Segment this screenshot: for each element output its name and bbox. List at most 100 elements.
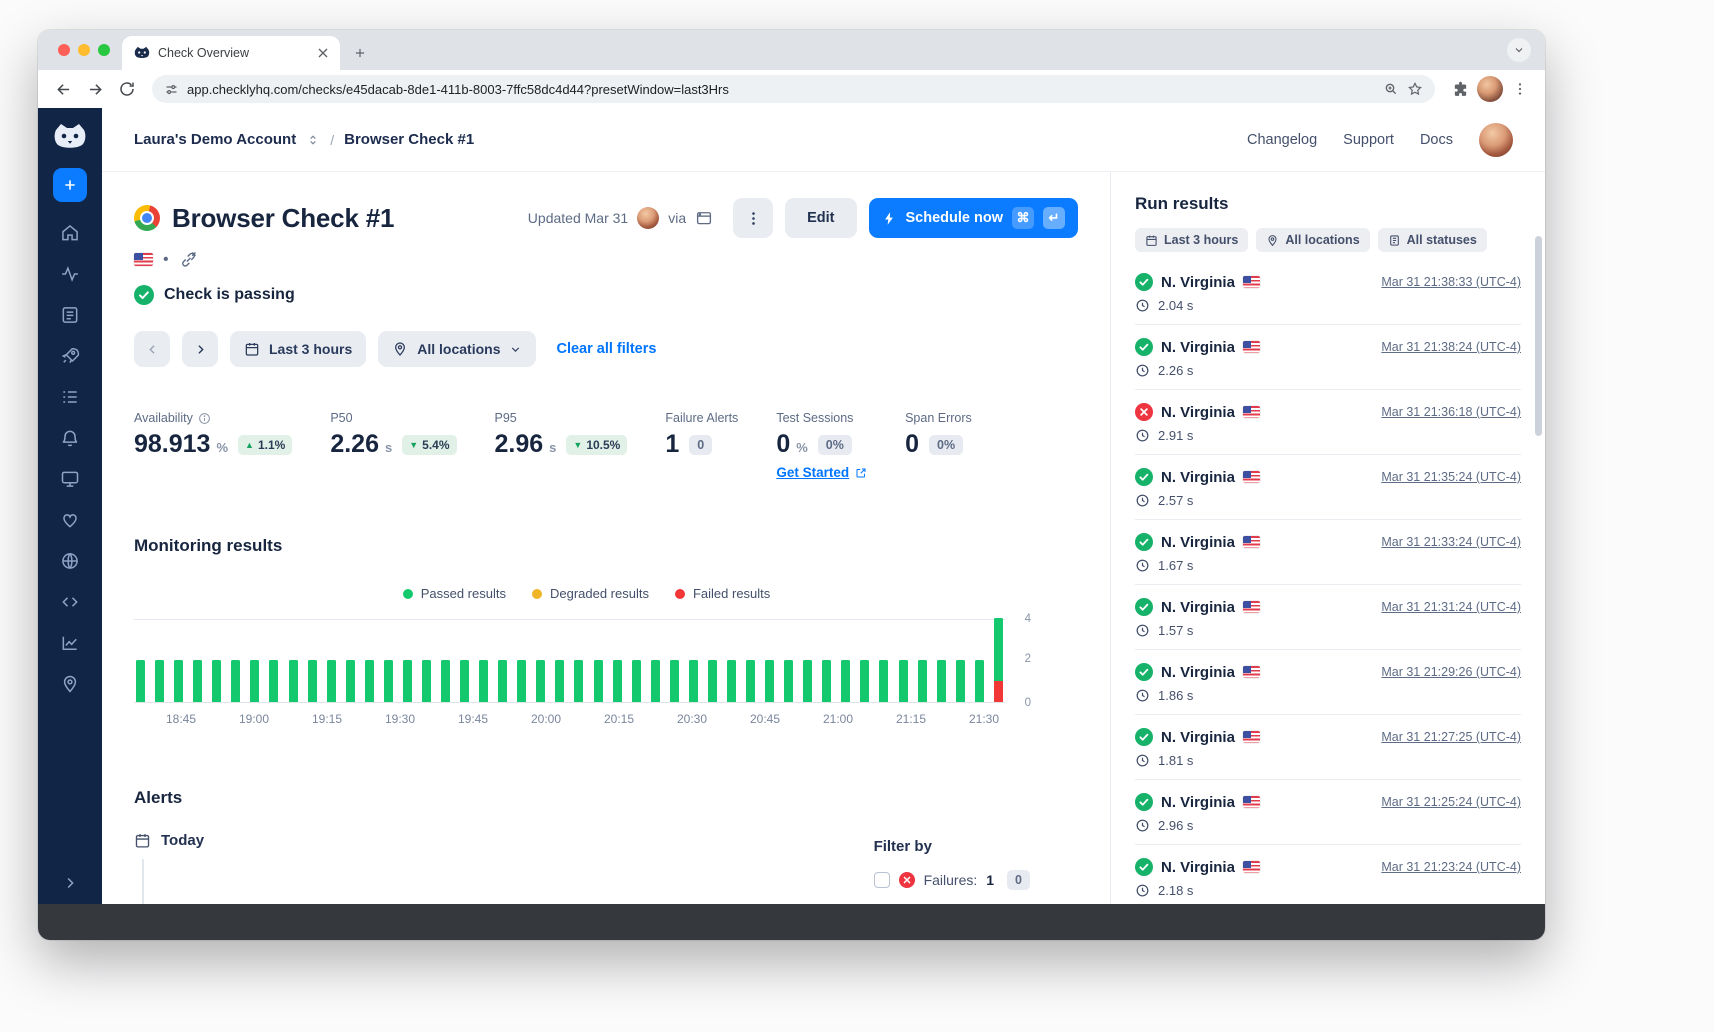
run-result-row[interactable]: N. Virginia Mar 31 21:29:26 (UTC-4) 1.86… <box>1135 650 1521 715</box>
chart-bar <box>460 660 469 702</box>
sidebar-item-maintenance-rocket[interactable] <box>50 337 90 375</box>
sidebar-item-home[interactable] <box>50 214 90 252</box>
browser-profile-avatar[interactable] <box>1477 76 1503 102</box>
schedule-now-button[interactable]: Schedule now ⌘ ↵ <box>869 198 1079 238</box>
back-button[interactable] <box>48 74 78 104</box>
run-result-row[interactable]: N. Virginia Mar 31 21:27:25 (UTC-4) 1.81… <box>1135 715 1521 780</box>
stat-badge: 0 <box>689 435 712 455</box>
passed-status-icon <box>1135 793 1153 811</box>
browser-menu-kebab-icon[interactable] <box>1505 74 1535 104</box>
passed-status-icon <box>1135 598 1153 616</box>
run-result-row[interactable]: N. Virginia Mar 31 21:35:24 (UTC-4) 2.57… <box>1135 455 1521 520</box>
forward-button[interactable] <box>80 74 110 104</box>
us-flag-icon <box>1243 341 1260 353</box>
create-new-button[interactable] <box>53 168 87 202</box>
y-tick-label: 0 <box>1025 697 1031 709</box>
chip-time-range[interactable]: Last 3 hours <box>1135 228 1248 252</box>
more-options-kebab-button[interactable] <box>733 198 773 238</box>
collapse-sidebar-chevron-icon[interactable] <box>61 874 79 892</box>
chip-locations[interactable]: All locations <box>1256 228 1369 252</box>
reload-button[interactable] <box>112 74 142 104</box>
run-duration: 2.91 s <box>1158 428 1193 443</box>
alerts-heading: Alerts <box>134 788 204 808</box>
clear-all-filters-link[interactable]: Clear all filters <box>556 341 656 357</box>
failures-checkbox[interactable] <box>874 872 890 888</box>
minimize-window-button[interactable] <box>78 44 90 56</box>
sidebar-item-checks[interactable] <box>50 296 90 334</box>
check-actions: Edit Schedule now ⌘ ↵ <box>733 198 1078 238</box>
chart-bar <box>365 660 374 702</box>
chip-statuses[interactable]: All statuses <box>1378 228 1487 252</box>
stat-badge: 0% <box>929 435 963 455</box>
run-timestamp-link[interactable]: Mar 31 21:23:24 (UTC-4) <box>1381 860 1521 874</box>
url-bar[interactable]: app.checklyhq.com/checks/e45dacab-8de1-4… <box>152 75 1435 103</box>
tab-close-icon[interactable] <box>314 44 332 62</box>
run-duration: 1.81 s <box>1158 753 1193 768</box>
browser-tab[interactable]: Check Overview <box>122 36 340 70</box>
chart-bar <box>708 660 717 702</box>
locations-filter[interactable]: All locations <box>378 331 536 367</box>
time-range-prev-button[interactable] <box>134 331 170 367</box>
zoom-icon[interactable] <box>1383 81 1399 97</box>
run-timestamp-link[interactable]: Mar 31 21:38:33 (UTC-4) <box>1381 275 1521 289</box>
run-result-row[interactable]: N. Virginia Mar 31 21:38:24 (UTC-4) 2.26… <box>1135 325 1521 390</box>
tab-search-chevron-icon[interactable] <box>1507 38 1531 62</box>
run-timestamp-link[interactable]: Mar 31 21:25:24 (UTC-4) <box>1381 795 1521 809</box>
time-range-next-button[interactable] <box>182 331 218 367</box>
support-link[interactable]: Support <box>1343 132 1394 148</box>
run-result-row[interactable]: N. Virginia Mar 31 21:36:18 (UTC-4) 2.91… <box>1135 390 1521 455</box>
sidebar-item-locations-pin[interactable] <box>50 665 90 703</box>
close-window-button[interactable] <box>58 44 70 56</box>
run-result-row[interactable]: N. Virginia Mar 31 21:25:24 (UTC-4) 2.96… <box>1135 780 1521 845</box>
location-icon <box>1266 234 1279 247</box>
time-range-filter[interactable]: Last 3 hours <box>230 331 366 367</box>
updated-by-avatar[interactable] <box>637 207 659 229</box>
us-flag-icon <box>1243 861 1260 873</box>
stat-p95: P95 2.96 s ▼10.5% <box>495 411 628 457</box>
run-timestamp-link[interactable]: Mar 31 21:29:26 (UTC-4) <box>1381 665 1521 679</box>
sidebar-item-dashboards[interactable] <box>50 460 90 498</box>
site-settings-tune-icon[interactable] <box>164 82 179 97</box>
new-tab-button[interactable] <box>346 39 374 67</box>
account-selector[interactable]: Laura's Demo Account <box>134 131 296 148</box>
account-selector-chevrons-icon[interactable] <box>306 133 320 147</box>
run-timestamp-link[interactable]: Mar 31 21:27:25 (UTC-4) <box>1381 730 1521 744</box>
browser-window: Check Overview app.checklyhq.com/checks/… <box>38 30 1545 940</box>
run-result-row[interactable]: N. Virginia Mar 31 21:33:24 (UTC-4) 1.67… <box>1135 520 1521 585</box>
edit-button[interactable]: Edit <box>785 198 856 238</box>
fullscreen-window-button[interactable] <box>98 44 110 56</box>
extensions-puzzle-icon[interactable] <box>1445 74 1475 104</box>
docs-link[interactable]: Docs <box>1420 132 1453 148</box>
chart-bar <box>441 660 450 702</box>
info-icon[interactable] <box>198 412 211 425</box>
sidebar-item-runs[interactable] <box>50 378 90 416</box>
scrollbar-thumb[interactable] <box>1535 236 1542 436</box>
stat-availability: Availability 98.913 % ▲1.1% <box>134 411 292 457</box>
run-timestamp-link[interactable]: Mar 31 21:31:24 (UTC-4) <box>1381 600 1521 614</box>
x-tick-label: 19:45 <box>458 712 488 726</box>
sidebar-item-analytics-chart[interactable] <box>50 624 90 662</box>
run-timestamp-link[interactable]: Mar 31 21:35:24 (UTC-4) <box>1381 470 1521 484</box>
sidebar-item-cli-code[interactable] <box>50 583 90 621</box>
run-timestamp-link[interactable]: Mar 31 21:38:24 (UTC-4) <box>1381 340 1521 354</box>
bookmark-star-icon[interactable] <box>1407 81 1423 97</box>
url-text[interactable]: app.checklyhq.com/checks/e45dacab-8de1-4… <box>187 82 1375 97</box>
us-flag-icon <box>1243 471 1260 483</box>
legend-label: Passed results <box>421 586 506 601</box>
breadcrumb-current[interactable]: Browser Check #1 <box>344 131 474 148</box>
run-result-row[interactable]: N. Virginia Mar 31 21:23:24 (UTC-4) 2.18… <box>1135 845 1521 904</box>
changelog-link[interactable]: Changelog <box>1247 132 1317 148</box>
checkly-raccoon-logo[interactable] <box>53 122 87 152</box>
run-result-row[interactable]: N. Virginia Mar 31 21:38:33 (UTC-4) 2.04… <box>1135 260 1521 325</box>
sidebar-item-alerts-bell[interactable] <box>50 419 90 457</box>
user-avatar[interactable] <box>1479 123 1513 157</box>
sidebar-item-private-locations-globe[interactable] <box>50 542 90 580</box>
chart-bar <box>727 660 736 702</box>
sidebar-item-status-pages[interactable] <box>50 501 90 539</box>
sidebar-item-activity[interactable] <box>50 255 90 293</box>
run-duration: 2.96 s <box>1158 818 1193 833</box>
run-result-row[interactable]: N. Virginia Mar 31 21:31:24 (UTC-4) 1.57… <box>1135 585 1521 650</box>
run-timestamp-link[interactable]: Mar 31 21:36:18 (UTC-4) <box>1381 405 1521 419</box>
get-started-link[interactable]: Get Started <box>776 465 867 480</box>
run-timestamp-link[interactable]: Mar 31 21:33:24 (UTC-4) <box>1381 535 1521 549</box>
